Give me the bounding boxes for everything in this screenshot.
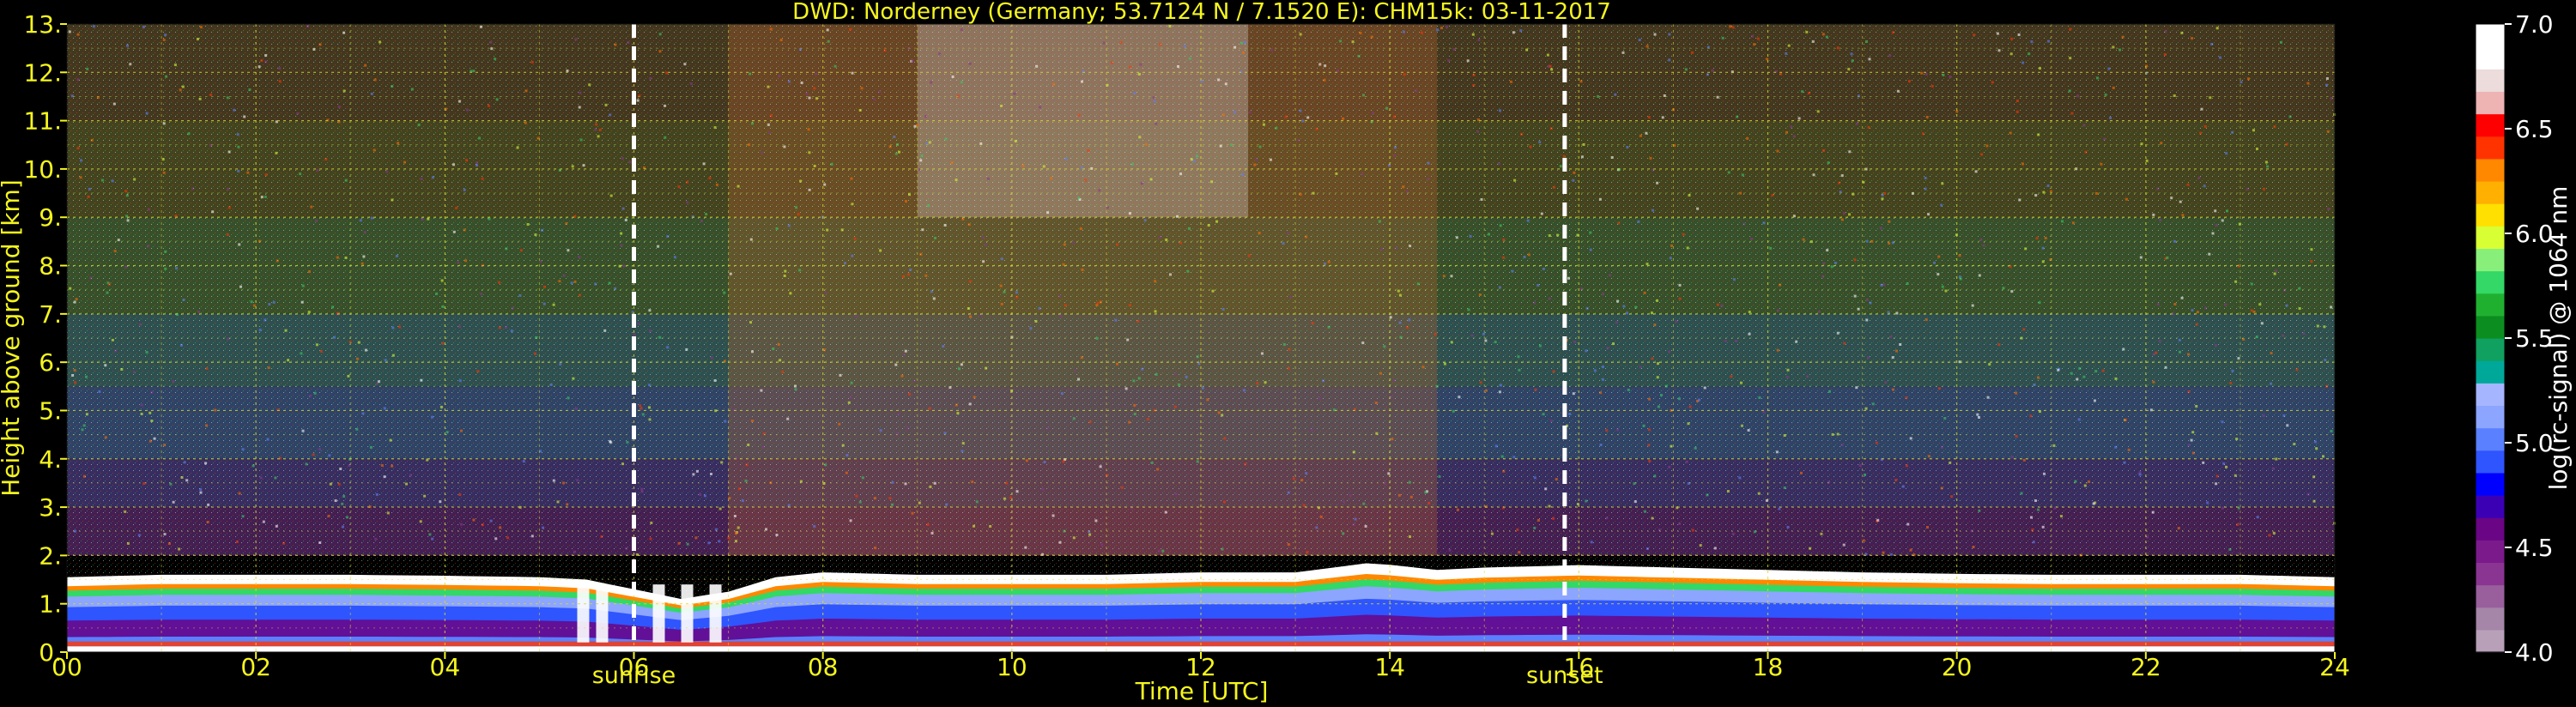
y-tick-label: 4. — [39, 445, 62, 474]
fog-column — [652, 584, 665, 643]
x-tick-label: 16 — [1564, 653, 1595, 681]
x-tick-label: 18 — [1753, 653, 1784, 681]
y-axis-label: Height above ground [km] — [0, 179, 25, 497]
colorbar-tick-label: 7.0 — [2515, 10, 2554, 39]
y-tick-label: 3. — [39, 493, 62, 522]
fog-column — [709, 584, 722, 643]
y-tick-label: 12. — [23, 58, 62, 87]
colorbar-segment — [2476, 248, 2505, 272]
colorbar-segment — [2476, 405, 2505, 429]
colorbar-segment — [2476, 360, 2505, 384]
x-tick-label: 02 — [240, 653, 271, 681]
x-tick-label: 14 — [1374, 653, 1405, 681]
colorbar-segment — [2476, 203, 2505, 227]
colorbar-segment — [2476, 517, 2505, 541]
y-tick-label: 5. — [39, 396, 62, 425]
colorbar-segment — [2476, 181, 2505, 204]
colorbar-segment — [2476, 383, 2505, 407]
y-tick-label: 10. — [23, 155, 62, 184]
y-tick-label: 8. — [39, 252, 62, 281]
colorbar-segment — [2476, 91, 2505, 115]
colorbar-segment — [2476, 46, 2505, 69]
colorbar-segment — [2476, 607, 2505, 631]
y-tick-label: 11. — [23, 107, 62, 136]
chart-title: DWD: Norderney (Germany; 53.7124 N / 7.1… — [792, 0, 1611, 25]
colorbar-segment — [2476, 427, 2505, 451]
y-tick-label: 9. — [39, 203, 62, 232]
colorbar-segment — [2476, 158, 2505, 182]
x-tick-label: 10 — [997, 653, 1027, 681]
y-tick-label: 2. — [39, 541, 62, 570]
x-tick-label: 06 — [619, 653, 650, 681]
y-tick-label: 1. — [39, 590, 62, 619]
colorbar-segment — [2476, 69, 2505, 93]
colorbar-tick-label: 4.5 — [2515, 534, 2554, 562]
colorbar-segment — [2476, 315, 2505, 339]
colorbar-segment — [2476, 495, 2505, 518]
colorbar-segment — [2476, 472, 2505, 496]
fog-column — [596, 584, 609, 643]
y-tick-label: 13. — [23, 10, 62, 39]
colorbar-segment — [2476, 136, 2505, 160]
lidar-chart: sunrise sunset 0.1.2.3.4.5.6.7.8.9.10.11.… — [0, 0, 2573, 705]
colorbar-segment — [2476, 540, 2505, 564]
x-axis-label: Time [UTC] — [1135, 677, 1269, 705]
x-tick-label: 22 — [2131, 653, 2161, 681]
colorbar-segment — [2476, 113, 2505, 137]
colorbar-tick-label: 6.5 — [2515, 115, 2554, 143]
colorbar-tick-label: 4.0 — [2515, 638, 2554, 667]
fog-column — [681, 584, 694, 643]
colorbar-segment — [2476, 293, 2505, 317]
colorbar-segment — [2476, 270, 2505, 294]
x-tick-label: 24 — [2319, 653, 2350, 681]
colorbar-segment — [2476, 24, 2505, 47]
y-tick-label: 7. — [39, 300, 62, 329]
colorbar-label: log(rc-signal) @ 1064 nm — [2544, 186, 2573, 491]
x-tick-label: 00 — [52, 653, 82, 681]
colorbar-segment — [2476, 629, 2505, 653]
colorbar-segment — [2476, 450, 2505, 474]
x-tick-label: 08 — [808, 653, 839, 681]
x-tick-label: 20 — [1942, 653, 1973, 681]
x-tick-label: 04 — [430, 653, 461, 681]
colorbar-segment — [2476, 338, 2505, 361]
y-ticks: 0.1.2.3.4.5.6.7.8.9.10.11.12.13. — [23, 10, 67, 667]
colorbar-segment — [2476, 226, 2505, 250]
colorbar-segment — [2476, 562, 2505, 586]
colorbar-segment — [2476, 584, 2505, 608]
fog-column — [577, 584, 590, 643]
colorbar: 4.04.55.05.56.06.57.0 — [2475, 10, 2554, 667]
y-tick-label: 6. — [39, 348, 62, 377]
